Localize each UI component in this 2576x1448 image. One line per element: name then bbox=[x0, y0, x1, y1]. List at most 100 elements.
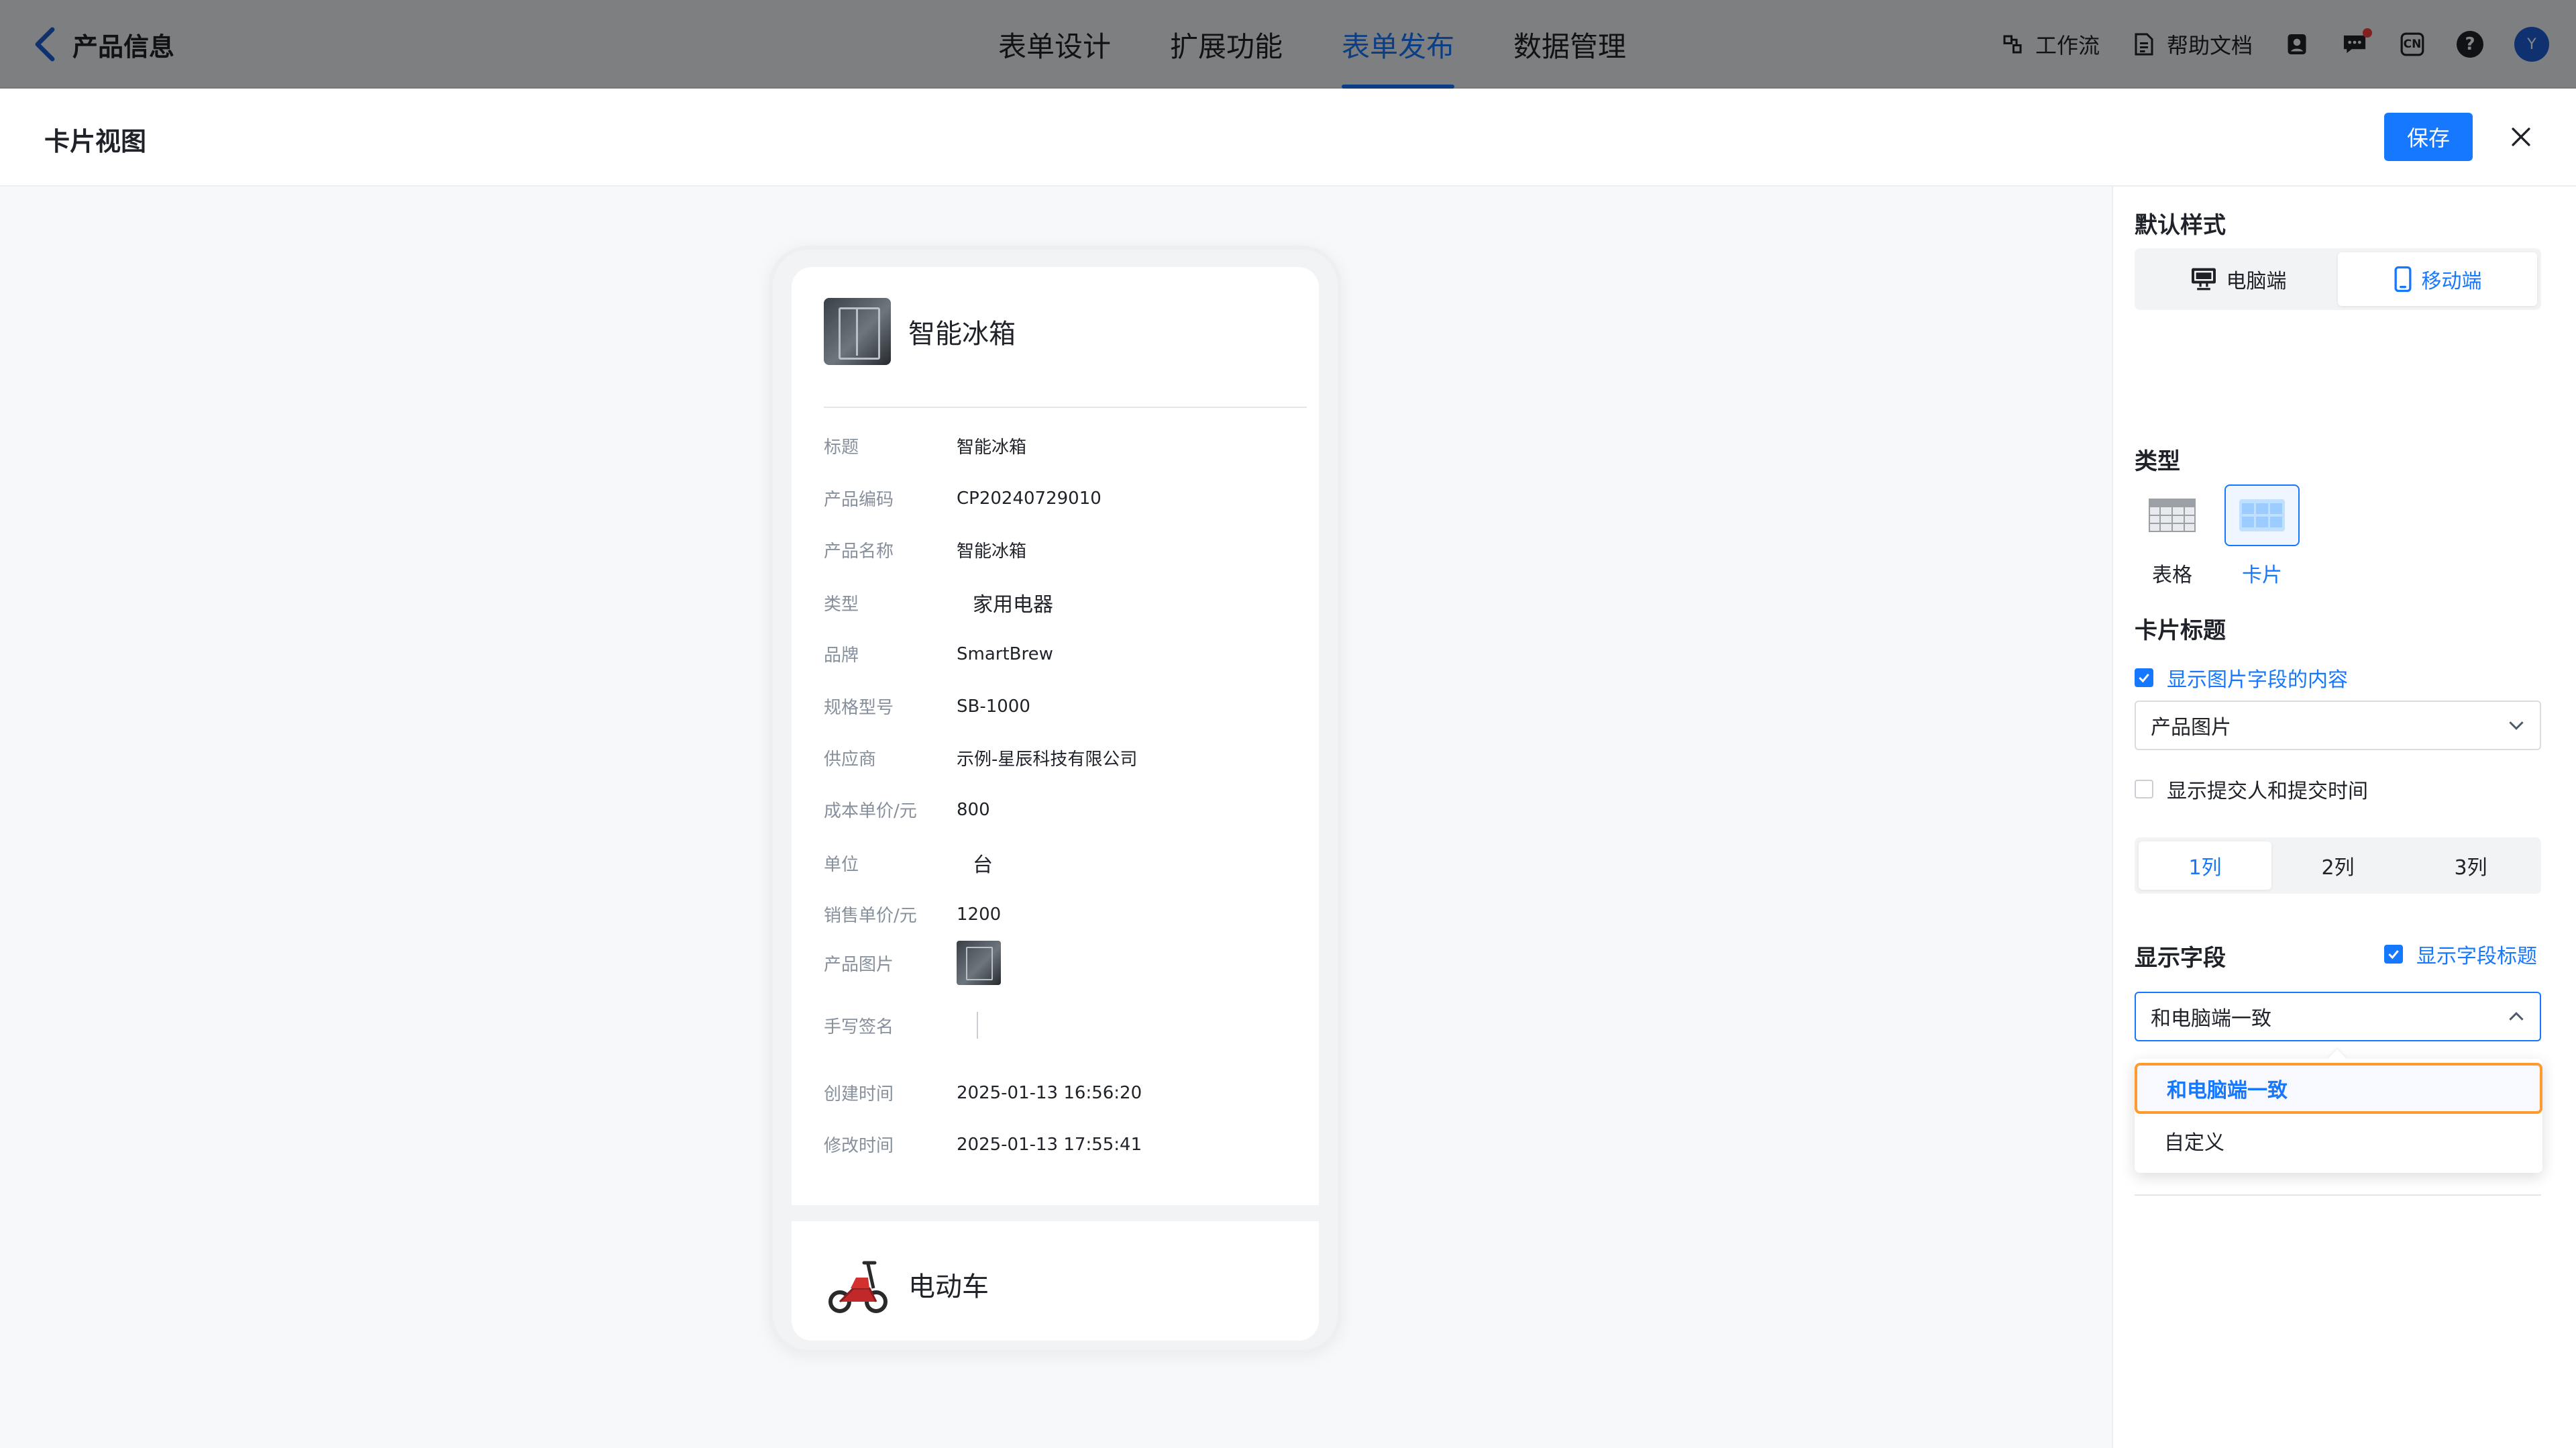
language-label: CN bbox=[2403, 38, 2422, 51]
column-1-option[interactable]: 1列 bbox=[2139, 841, 2271, 890]
desktop-option[interactable]: 电脑端 bbox=[2139, 252, 2338, 306]
field-label: 成本单价/元 bbox=[824, 801, 917, 821]
record-card[interactable]: 智能冰箱 标题 智能冰箱 产品编码 CP20240729010 产品名称 智能冰箱 类… bbox=[792, 267, 1319, 1205]
field-value: 2025-01-13 16:56:20 bbox=[957, 1082, 1142, 1103]
document-icon bbox=[2131, 31, 2157, 58]
tab-form-design[interactable]: 表单设计 bbox=[998, 0, 1140, 89]
main-tabs: 表单设计 扩展功能 表单发布 数据管理 bbox=[998, 0, 1656, 89]
field-row: 单位 台 bbox=[824, 848, 1307, 878]
section-divider bbox=[2135, 1194, 2541, 1196]
contacts-button[interactable] bbox=[2284, 31, 2310, 58]
settings-panel: 默认样式 电脑端 移动端 类型 表格 卡片 卡片标题 显示图片字段的内容 产品图… bbox=[2112, 187, 2576, 1448]
mobile-preview: 智能冰箱 标题 智能冰箱 产品编码 CP20240729010 产品名称 智能冰箱 类… bbox=[769, 246, 1342, 1354]
display-fields-title: 显示字段 bbox=[2135, 945, 2226, 972]
field-row: 标题 智能冰箱 bbox=[824, 433, 1307, 458]
tab-data-management[interactable]: 数据管理 bbox=[1484, 0, 1656, 89]
field-label: 产品名称 bbox=[824, 541, 894, 562]
save-button[interactable]: 保存 bbox=[2384, 113, 2473, 161]
default-style-title: 默认样式 bbox=[2135, 212, 2226, 239]
field-value: 智能冰箱 bbox=[957, 541, 1027, 562]
dropdown-option-same-as-desktop[interactable]: 和电脑端一致 bbox=[2135, 1063, 2542, 1114]
app-title: 产品信息 bbox=[72, 32, 175, 62]
column-2-option[interactable]: 2列 bbox=[2271, 841, 2404, 890]
field-label: 销售单价/元 bbox=[824, 906, 917, 926]
chevron-left-icon bbox=[35, 27, 55, 62]
dropdown-option-custom[interactable]: 自定义 bbox=[2135, 1115, 2542, 1166]
notification-dot bbox=[2363, 28, 2372, 38]
close-button[interactable] bbox=[2500, 115, 2542, 158]
checkbox-unchecked-icon[interactable] bbox=[2135, 780, 2153, 798]
workflow-button[interactable]: 工作流 bbox=[1999, 29, 2100, 60]
display-fields-value: 和电脑端一致 bbox=[2151, 1007, 2271, 1031]
signature-placeholder bbox=[977, 1012, 978, 1039]
type-table-option[interactable]: 表格 bbox=[2135, 484, 2210, 588]
show-field-title-label: 显示字段标题 bbox=[2416, 945, 2537, 968]
show-image-label: 显示图片字段的内容 bbox=[2167, 668, 2348, 692]
card-title: 智能冰箱 bbox=[908, 319, 1016, 350]
field-value: 示例-星辰科技有限公司 bbox=[957, 749, 1138, 770]
help-docs-button[interactable]: 帮助文档 bbox=[2131, 29, 2253, 60]
field-row: 手写签名 bbox=[824, 1012, 1307, 1039]
image-field-value: 产品图片 bbox=[2151, 716, 2231, 739]
help-button[interactable]: ? bbox=[2457, 31, 2483, 58]
help-docs-label: 帮助文档 bbox=[2166, 33, 2253, 58]
card-header: 电动车 bbox=[824, 1251, 989, 1318]
avatar-initial: Y bbox=[2527, 36, 2536, 53]
field-row: 销售单价/元 1200 bbox=[824, 902, 1307, 927]
display-fields-select[interactable]: 和电脑端一致 bbox=[2135, 992, 2541, 1041]
show-field-title-checkbox-row[interactable]: 显示字段标题 bbox=[2384, 939, 2537, 969]
display-fields-dropdown: 和电脑端一致 自定义 bbox=[2135, 1059, 2542, 1173]
top-navigation-bar: 产品信息 表单设计 扩展功能 表单发布 数据管理 工作流 帮助文档 CN ? Y bbox=[0, 0, 2576, 89]
question-icon: ? bbox=[2457, 31, 2483, 58]
card-type-icon bbox=[2224, 484, 2300, 546]
field-label: 标题 bbox=[824, 437, 859, 458]
mobile-icon bbox=[2394, 266, 2411, 293]
column-3-option[interactable]: 3列 bbox=[2404, 841, 2537, 890]
show-image-checkbox-row[interactable]: 显示图片字段的内容 bbox=[2135, 663, 2348, 692]
product-image-thumbnail[interactable] bbox=[957, 941, 1001, 985]
field-value: 2025-01-13 17:55:41 bbox=[957, 1134, 1142, 1155]
product-thumbnail bbox=[824, 298, 891, 365]
messages-button[interactable] bbox=[2341, 28, 2372, 58]
field-label: 创建时间 bbox=[824, 1084, 894, 1104]
field-value: 家用电器 bbox=[973, 593, 1053, 617]
show-submitter-checkbox-row[interactable]: 显示提交人和提交时间 bbox=[2135, 774, 2368, 804]
card-title: 电动车 bbox=[908, 1272, 989, 1302]
field-row: 修改时间 2025-01-13 17:55:41 bbox=[824, 1132, 1307, 1157]
field-value: 智能冰箱 bbox=[957, 437, 1027, 458]
field-value: CP20240729010 bbox=[957, 488, 1102, 509]
mobile-option[interactable]: 移动端 bbox=[2338, 252, 2537, 306]
checkbox-checked-icon[interactable] bbox=[2384, 945, 2403, 964]
message-icon bbox=[2341, 28, 2372, 58]
language-button[interactable]: CN bbox=[2399, 31, 2426, 58]
mobile-label: 移动端 bbox=[2421, 270, 2482, 293]
tab-extensions[interactable]: 扩展功能 bbox=[1140, 0, 1312, 89]
desktop-icon bbox=[2191, 268, 2216, 291]
field-value: 台 bbox=[973, 854, 993, 877]
field-row: 规格型号 SB-1000 bbox=[824, 694, 1307, 719]
user-avatar[interactable]: Y bbox=[2514, 27, 2549, 62]
desktop-label: 电脑端 bbox=[2226, 270, 2287, 293]
field-row: 类型 家用电器 bbox=[824, 588, 1307, 617]
image-field-select[interactable]: 产品图片 bbox=[2135, 701, 2541, 750]
checkbox-checked-icon[interactable] bbox=[2135, 668, 2153, 687]
field-row: 成本单价/元 800 bbox=[824, 797, 1307, 822]
column-count-toggle: 1列 2列 3列 bbox=[2135, 837, 2541, 894]
card-view-modal: 卡片视图 保存 智能冰箱 标题 智能冰箱 产品编码 CP20240729010 产品… bbox=[0, 89, 2576, 1448]
field-label: 类型 bbox=[824, 594, 859, 615]
field-label: 修改时间 bbox=[824, 1136, 894, 1156]
table-type-label: 表格 bbox=[2152, 564, 2192, 587]
field-label: 产品图片 bbox=[824, 954, 894, 975]
close-icon bbox=[2512, 127, 2530, 146]
tab-form-publish[interactable]: 表单发布 bbox=[1312, 0, 1484, 89]
back-button[interactable]: 产品信息 bbox=[32, 24, 174, 64]
device-toggle: 电脑端 移动端 bbox=[2135, 248, 2541, 310]
language-icon: CN bbox=[2399, 31, 2426, 58]
card-type-label: 卡片 bbox=[2242, 564, 2282, 587]
chevron-up-icon bbox=[2509, 1012, 2524, 1021]
type-card-option[interactable]: 卡片 bbox=[2224, 484, 2300, 588]
help-glyph: ? bbox=[2465, 34, 2475, 54]
field-row: 供应商 示例-星辰科技有限公司 bbox=[824, 745, 1307, 770]
record-card[interactable]: 电动车 bbox=[792, 1221, 1319, 1341]
field-row: 产品图片 bbox=[824, 941, 1307, 985]
